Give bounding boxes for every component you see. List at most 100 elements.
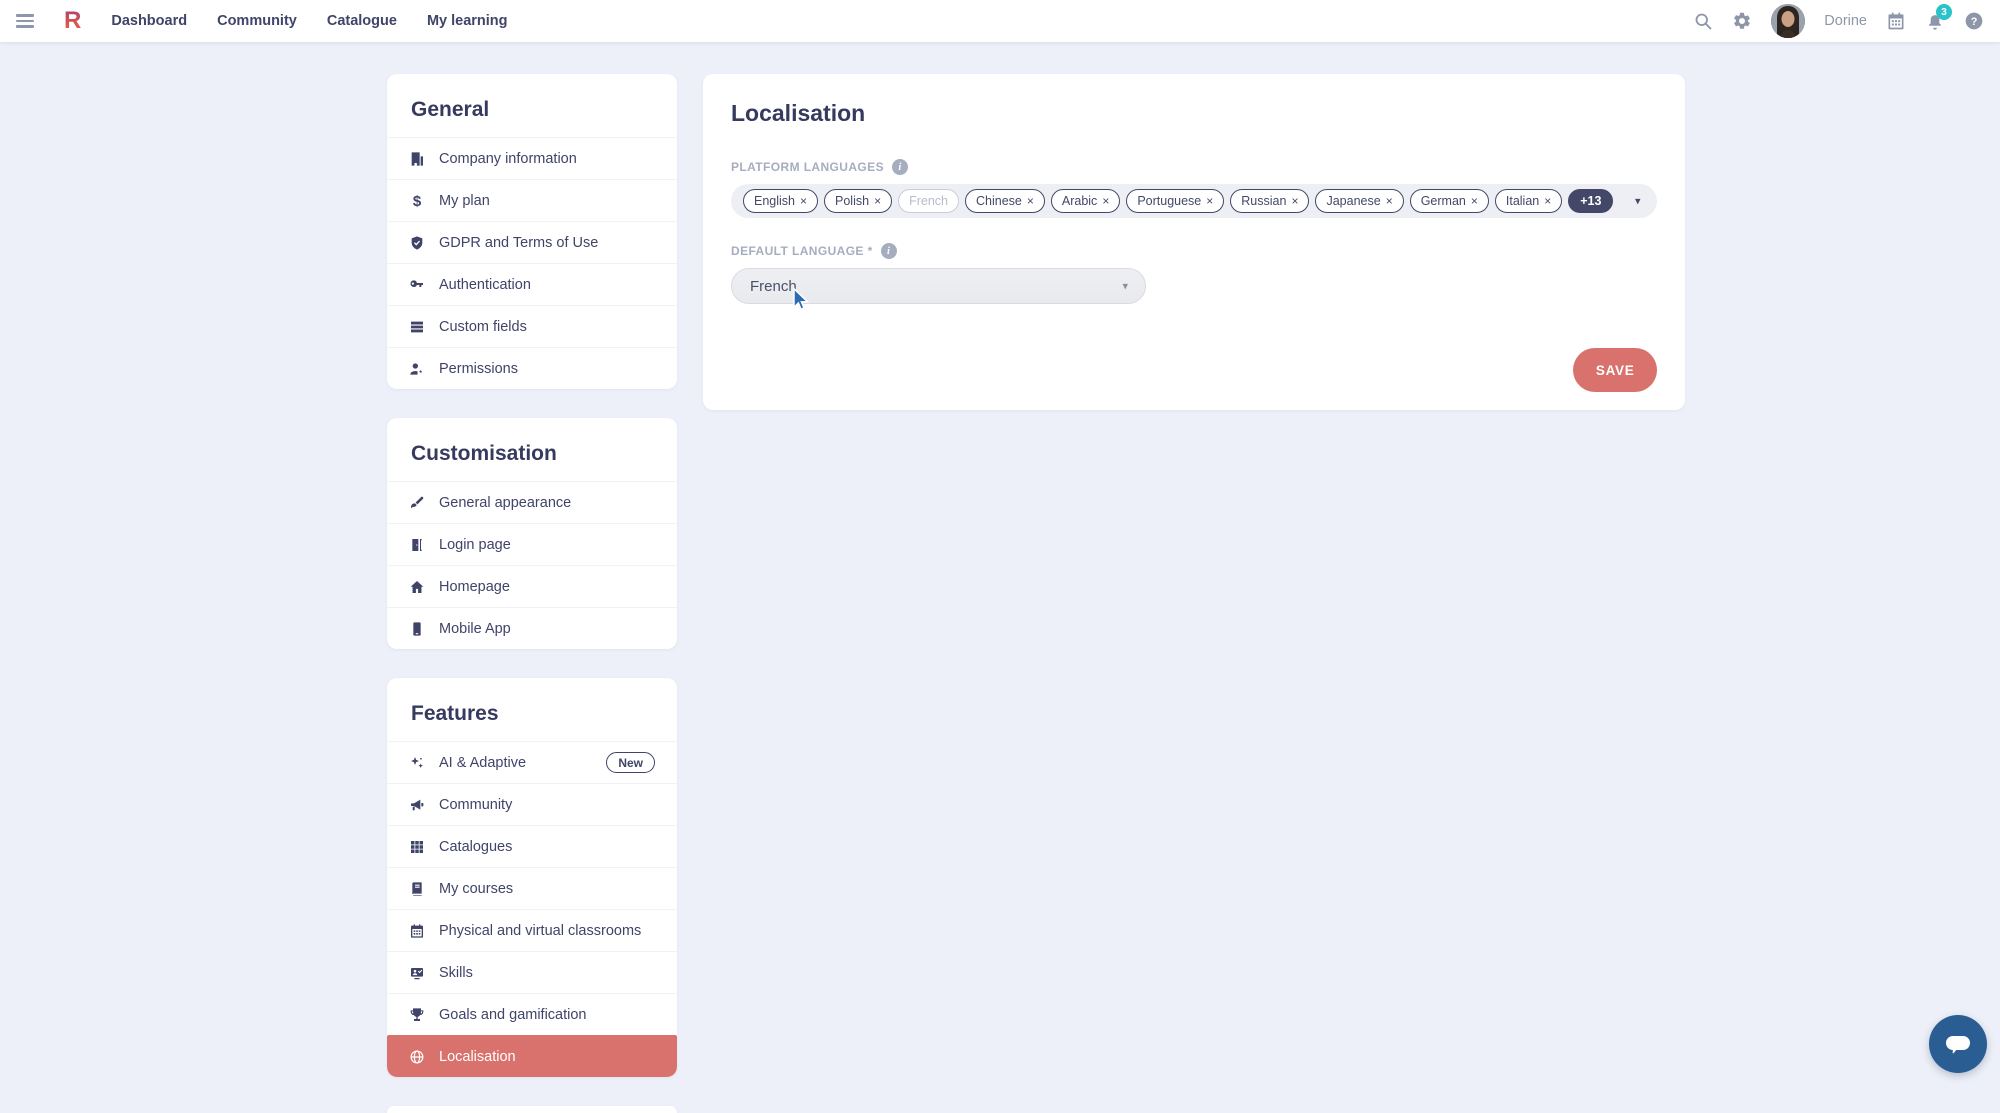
info-icon[interactable]: i: [880, 243, 897, 259]
sidebar-item-goals-gamification[interactable]: Goals and gamification: [387, 993, 677, 1035]
sidebar-item-skills[interactable]: Skills: [387, 951, 677, 993]
user-avatar[interactable]: [1771, 4, 1806, 38]
home-icon: [409, 579, 425, 595]
gear-icon[interactable]: [1732, 11, 1752, 31]
localisation-panel: Localisation PLATFORM LANGUAGES i Englis…: [703, 74, 1686, 410]
save-button[interactable]: SAVE: [1572, 348, 1658, 392]
sidebar-item-label: Localisation: [439, 1048, 516, 1065]
main-nav: Dashboard Community Catalogue My learnin…: [111, 13, 507, 29]
settings-page: R Dashboard Community Catalogue My learn…: [0, 0, 2000, 1113]
topbar-left: R Dashboard Community Catalogue My learn…: [16, 7, 508, 35]
language-tag-chinese[interactable]: Chinese ×: [964, 189, 1045, 213]
key-icon: [409, 277, 425, 293]
sidebar-item-authentication[interactable]: Authentication: [387, 263, 677, 305]
content-area: General Company information $ My plan GD…: [387, 74, 1686, 1113]
language-tag-german[interactable]: German ×: [1409, 189, 1489, 213]
topbar-right: Dorine 3 ?: [1693, 4, 1984, 38]
sidebar-item-my-courses[interactable]: My courses: [387, 867, 677, 909]
remove-tag-icon[interactable]: ×: [1471, 195, 1478, 207]
megaphone-icon: [409, 797, 425, 813]
sidebar-item-gdpr[interactable]: GDPR and Terms of Use: [387, 221, 677, 263]
sidebar-item-permissions[interactable]: Permissions: [387, 347, 677, 389]
sparkles-icon: [409, 755, 425, 771]
overflow-languages-badge[interactable]: +13: [1568, 189, 1614, 213]
sidebar-item-my-plan[interactable]: $ My plan: [387, 179, 677, 221]
remove-tag-icon[interactable]: ×: [1102, 195, 1109, 207]
topbar: R Dashboard Community Catalogue My learn…: [0, 0, 2000, 42]
sidebar-item-custom-fields[interactable]: Custom fields: [387, 305, 677, 347]
nav-my-learning[interactable]: My learning: [427, 13, 508, 29]
sidebar-item-label: Login page: [439, 536, 511, 553]
sidebar-item-label: My plan: [439, 192, 490, 209]
notifications-bell-icon[interactable]: 3: [1925, 4, 1952, 31]
paintbrush-icon: [409, 495, 425, 511]
sidebar-item-community[interactable]: Community: [387, 783, 677, 825]
remove-tag-icon[interactable]: ×: [1027, 195, 1034, 207]
chat-bubble-icon: [1946, 1036, 1970, 1054]
language-tag-english[interactable]: English ×: [743, 189, 819, 213]
sidebar-item-label: Goals and gamification: [439, 1006, 587, 1023]
user-gear-icon: [409, 361, 425, 377]
globe-icon: [409, 1049, 425, 1065]
language-tag-japanese[interactable]: Japanese ×: [1315, 189, 1404, 213]
sidebar-item-label: Physical and virtual classrooms: [439, 922, 642, 939]
smartphone-icon: [409, 621, 425, 637]
settings-sidebar: General Company information $ My plan GD…: [387, 74, 677, 1113]
hamburger-menu-icon[interactable]: [16, 14, 34, 28]
sidebar-item-login-page[interactable]: Login page: [387, 523, 677, 565]
language-tag-portuguese[interactable]: Portuguese ×: [1126, 189, 1225, 213]
remove-tag-icon[interactable]: ×: [1544, 195, 1551, 207]
language-tag-italian[interactable]: Italian ×: [1494, 189, 1563, 213]
platform-languages-multiselect[interactable]: English × Polish × French Chinese × Arabic ×…: [731, 184, 1658, 218]
remove-tag-icon[interactable]: ×: [800, 195, 807, 207]
sidebar-item-classrooms[interactable]: Physical and virtual classrooms: [387, 909, 677, 951]
skills-screen-icon: [409, 965, 425, 981]
sidebar-item-company-information[interactable]: Company information: [387, 137, 677, 179]
svg-text:?: ?: [1971, 16, 1978, 28]
chat-widget-button[interactable]: [1929, 1015, 1987, 1073]
sidebar-item-mobile-app[interactable]: Mobile App: [387, 607, 677, 649]
page-title: Localisation: [731, 100, 866, 126]
calendar-icon[interactable]: [1886, 11, 1906, 31]
sidebar-section-general: General Company information $ My plan GD…: [387, 74, 677, 389]
language-tag-russian[interactable]: Russian ×: [1230, 189, 1310, 213]
sidebar-item-label: Catalogues: [439, 838, 513, 855]
language-tag-polish[interactable]: Polish ×: [824, 189, 893, 213]
language-tag-arabic[interactable]: Arabic ×: [1050, 189, 1121, 213]
remove-tag-icon[interactable]: ×: [1206, 195, 1213, 207]
sidebar-item-label: AI & Adaptive: [439, 754, 527, 771]
sidebar-item-label: Permissions: [439, 360, 518, 377]
sidebar-item-label: General appearance: [439, 494, 572, 511]
sidebar-item-label: Mobile App: [439, 620, 511, 637]
nav-community[interactable]: Community: [217, 13, 297, 29]
actions-row: SAVE: [731, 348, 1658, 392]
sidebar-item-label: Skills: [439, 964, 473, 981]
remove-tag-icon[interactable]: ×: [1386, 195, 1393, 207]
info-icon[interactable]: i: [891, 159, 908, 175]
sidebar-item-label: Community: [439, 796, 513, 813]
sidebar-item-localisation[interactable]: Localisation: [387, 1035, 677, 1077]
sidebar-item-catalogues[interactable]: Catalogues: [387, 825, 677, 867]
sidebar-item-general-appearance[interactable]: General appearance: [387, 481, 677, 523]
search-icon[interactable]: [1693, 11, 1713, 31]
app-logo[interactable]: R: [64, 7, 81, 35]
sidebar-item-label: Custom fields: [439, 318, 527, 335]
remove-tag-icon[interactable]: ×: [1291, 195, 1298, 207]
sidebar-section-features: Features AI & Adaptive New Community Cat…: [387, 678, 677, 1077]
remove-tag-icon[interactable]: ×: [874, 195, 881, 207]
sidebar-item-ai-adaptive[interactable]: AI & Adaptive New: [387, 741, 677, 783]
chevron-down-icon[interactable]: ▾: [1635, 195, 1641, 208]
trophy-icon: [409, 1007, 425, 1023]
default-language-label: DEFAULT LANGUAGE *: [731, 244, 873, 258]
help-icon[interactable]: ?: [1964, 11, 1984, 31]
default-language-value: French: [750, 277, 797, 295]
sidebar-item-homepage[interactable]: Homepage: [387, 565, 677, 607]
new-badge: New: [606, 752, 655, 773]
sidebar-item-label: Company information: [439, 150, 577, 167]
platform-languages-label-row: PLATFORM LANGUAGES i: [731, 159, 1657, 175]
nav-dashboard[interactable]: Dashboard: [111, 13, 187, 29]
default-language-select[interactable]: French ▾: [731, 268, 1146, 304]
nav-catalogue[interactable]: Catalogue: [327, 13, 397, 29]
book-icon: [409, 881, 425, 897]
user-name[interactable]: Dorine: [1824, 13, 1867, 29]
